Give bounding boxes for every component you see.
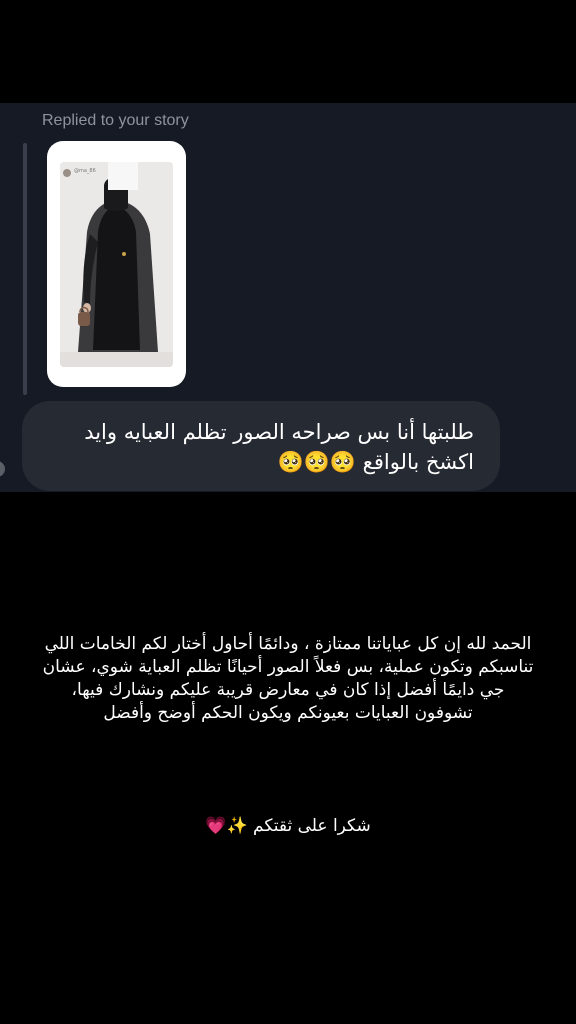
- reply-indicator-bar: [23, 143, 27, 395]
- story-caption-thanks: شكرا على ثقتكم ✨💗: [205, 816, 371, 836]
- message-text: طلبتها أنا بس صراحه الصور تظلم العبايه و…: [84, 420, 474, 474]
- dm-reply-panel: Replied to your story @ma_86 طلبتها أنا …: [0, 103, 576, 492]
- message-bubble[interactable]: طلبتها أنا بس صراحه الصور تظلم العبايه و…: [22, 401, 500, 491]
- story-thumbnail[interactable]: @ma_86: [47, 141, 186, 387]
- story-caption-text: الحمد لله إن كل عباياتنا ممتازة ، ودائمً…: [42, 634, 534, 723]
- story-image: [60, 162, 173, 367]
- story-username: @ma_86: [74, 168, 96, 174]
- story-reply-screen: Replied to your story @ma_86 طلبتها أنا …: [0, 0, 576, 1024]
- abaya-photo-icon: [60, 162, 173, 367]
- sender-avatar[interactable]: [0, 461, 5, 477]
- story-avatar-icon: [63, 169, 71, 177]
- replied-to-story-label: Replied to your story: [42, 112, 189, 129]
